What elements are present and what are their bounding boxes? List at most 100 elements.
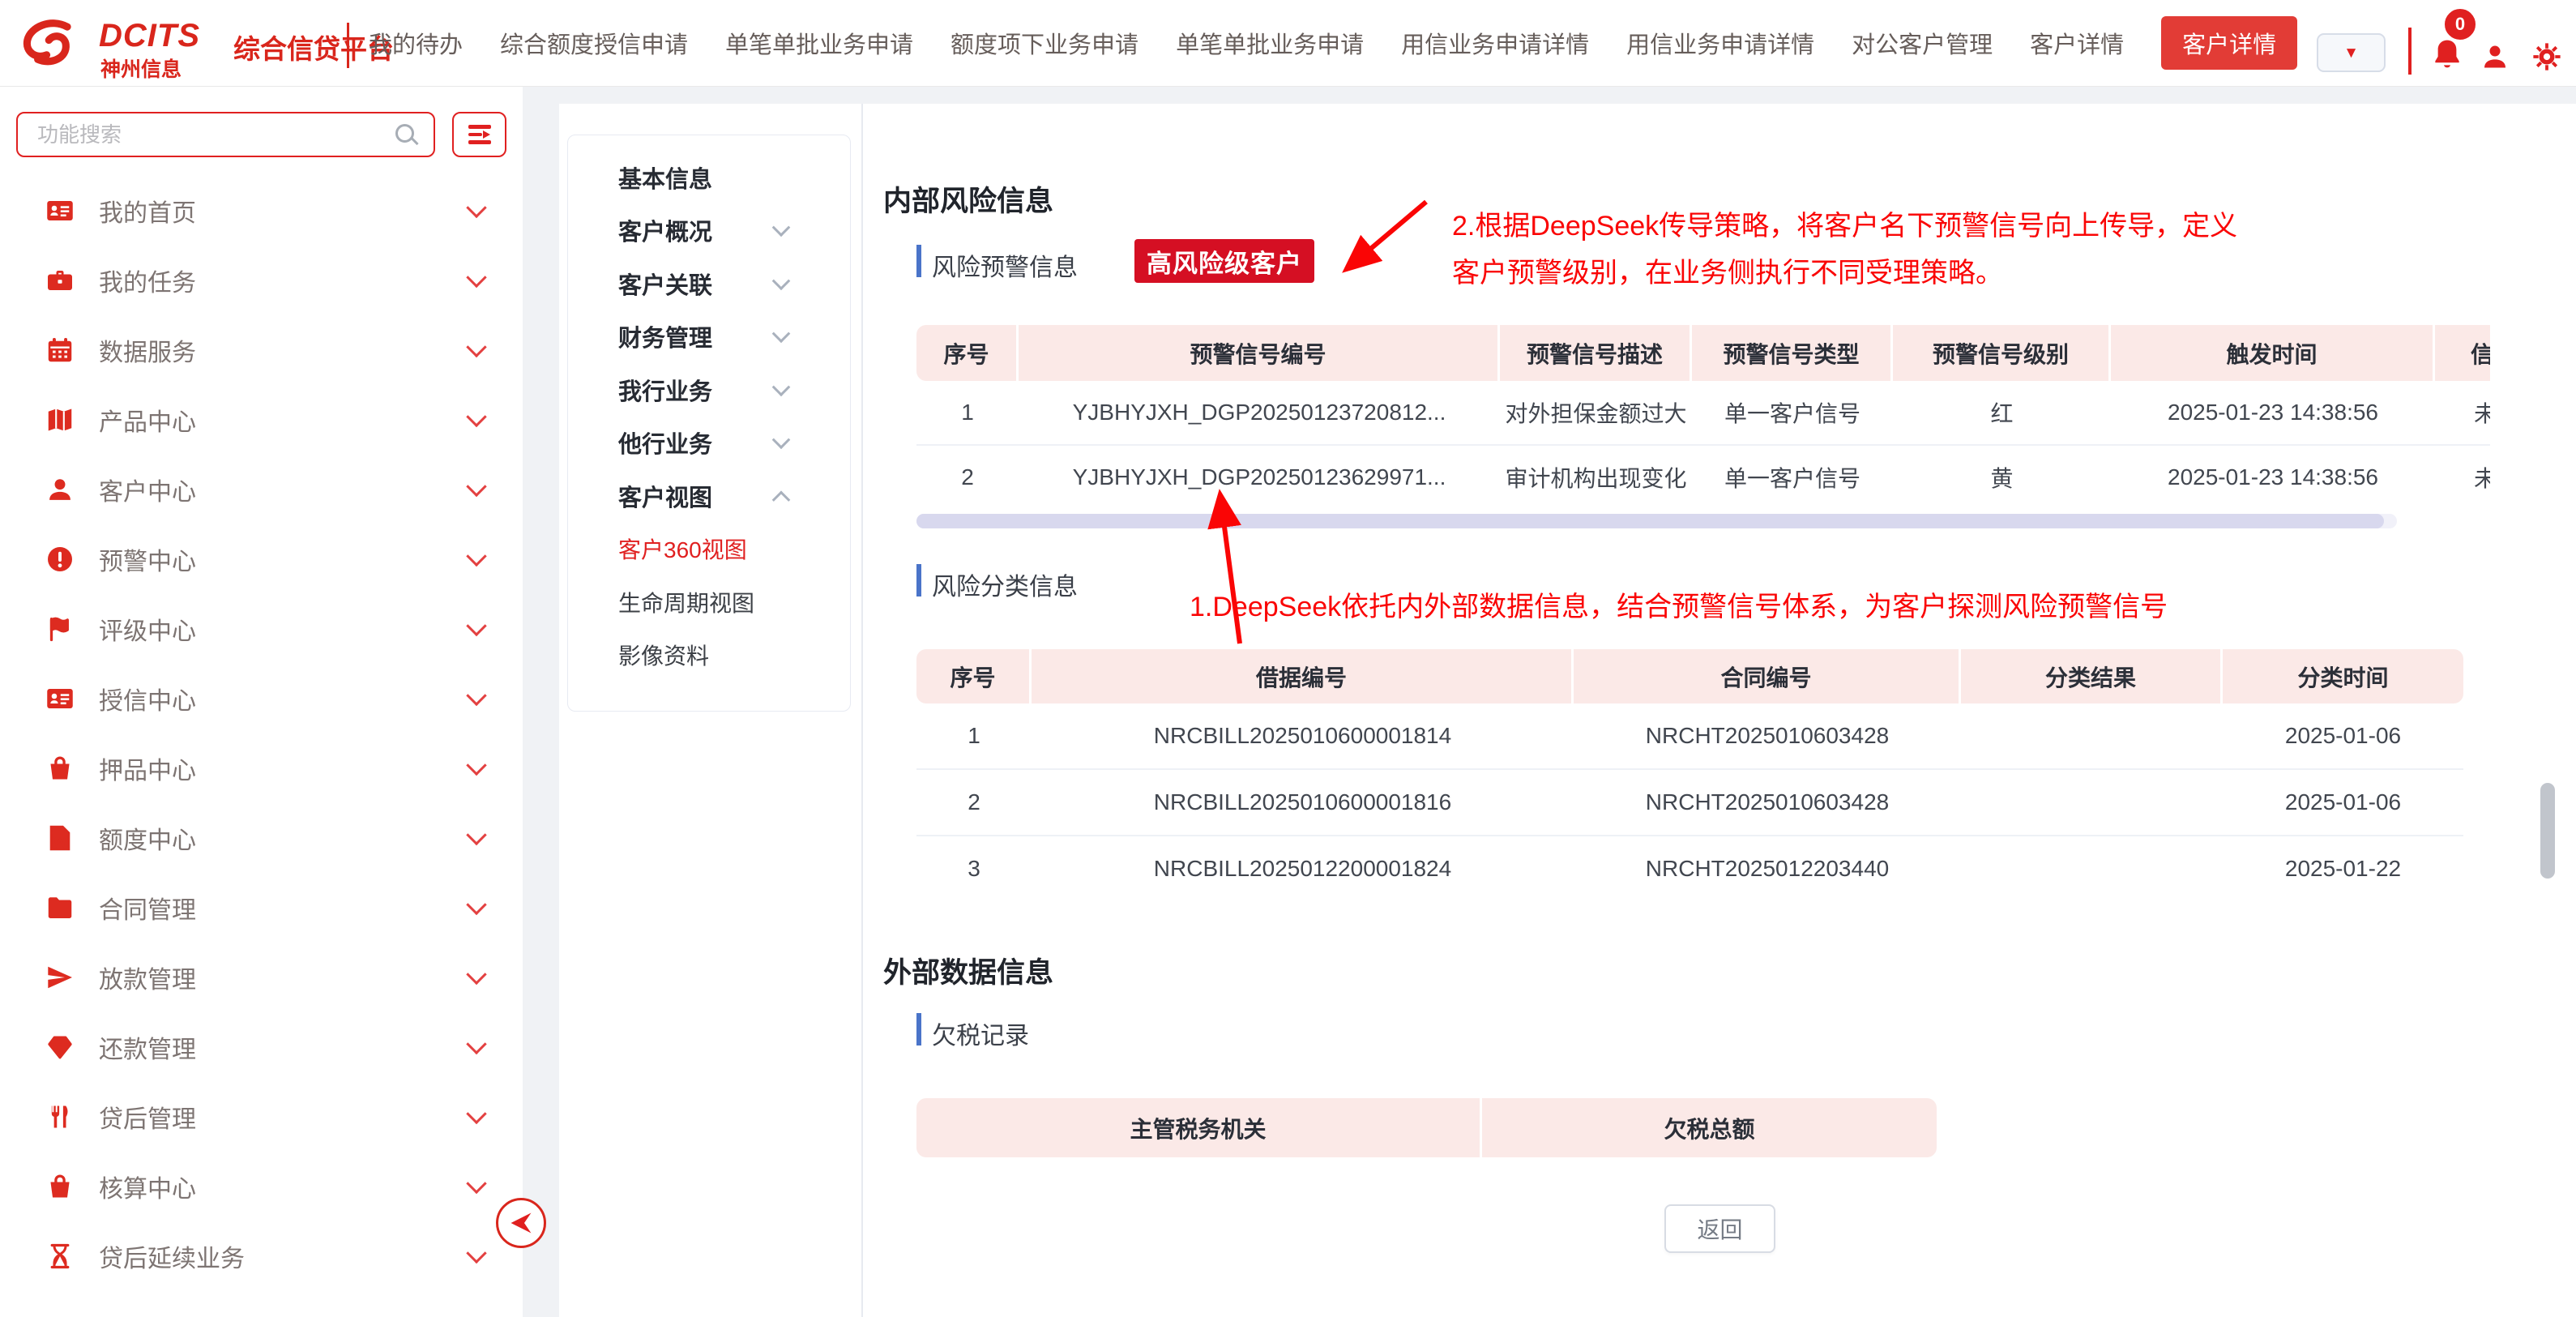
vertical-scrollbar-thumb[interactable] <box>2540 783 2555 879</box>
table-row[interactable]: 1 NRCBILL2025010600001814 NRCHT202501060… <box>916 703 2463 770</box>
cell-contract-no: NRCHT2025010603428 <box>1574 770 1961 835</box>
tax-arrears-section-label: 欠税记录 <box>932 1016 1029 1051</box>
chevron-down-icon <box>466 477 486 497</box>
back-button[interactable]: 返回 <box>1664 1204 1775 1253</box>
column-header: 主管税务机关 <box>916 1098 1482 1157</box>
subnav-item-label: 客户视图 <box>618 479 712 513</box>
brand-name: DCITS <box>99 18 200 54</box>
calendar-icon <box>45 336 75 365</box>
annotation-text-2: 2.根据DeepSeek传导策略，将客户名下预警信号向上传导，定义 客户预警级别… <box>1452 203 2237 297</box>
subnav-item-basic-info[interactable]: 基本信息 <box>568 151 850 204</box>
horizontal-scrollbar[interactable] <box>916 514 2397 528</box>
sidebar-item-label: 贷后延续业务 <box>99 1238 245 1274</box>
customer-subnav-panel: 基本信息 客户概况 客户关联 财务管理 我行业务 他行业务 <box>559 104 861 1317</box>
chevron-down-icon <box>466 407 486 427</box>
sidebar-item-data-services[interactable]: 数据服务 <box>0 315 523 385</box>
internal-risk-title: 内部风险信息 <box>883 178 1053 220</box>
sidebar-item-label: 额度中心 <box>99 820 196 856</box>
subnav-item-other-bank-business[interactable]: 他行业务 <box>568 417 850 470</box>
topnav-active-tab-customer-detail[interactable]: 客户详情 <box>2161 16 2297 70</box>
topnav-item-credit-line-application[interactable]: 综合额度授信申请 <box>500 26 688 60</box>
subnav-item-lifecycle-view[interactable]: 生命周期视图 <box>568 575 850 629</box>
sidebar-item-my-tasks[interactable]: 我的任务 <box>0 246 523 315</box>
sidebar-item-warning-center[interactable]: 预警中心 <box>0 524 523 594</box>
sidebar-item-post-loan-management[interactable]: 贷后管理 <box>0 1082 523 1152</box>
sidebar-item-disbursement-management[interactable]: 放款管理 <box>0 943 523 1012</box>
high-risk-customer-badge: 高风险级客户 <box>1134 239 1314 283</box>
content-top-gap <box>523 86 2576 104</box>
subnav-item-label: 客户关联 <box>618 267 712 301</box>
sidebar-item-repayment-management[interactable]: 还款管理 <box>0 1012 523 1082</box>
flag-icon <box>45 614 75 644</box>
cell-status-clipped: 未 <box>2435 381 2490 444</box>
sidebar-item-my-homepage[interactable]: 我的首页 <box>0 176 523 246</box>
horizontal-scrollbar-thumb[interactable] <box>916 514 2384 528</box>
sidebar-item-contract-management[interactable]: 合同管理 <box>0 873 523 943</box>
subnav-item-label: 客户概况 <box>618 213 712 247</box>
subnav-item-customer-overview[interactable]: 客户概况 <box>568 204 850 258</box>
subnav-item-financial-management[interactable]: 财务管理 <box>568 310 850 364</box>
settings-gear-icon[interactable] <box>2531 41 2562 73</box>
chevron-down-icon <box>466 1174 486 1194</box>
sidebar-item-label: 评级中心 <box>99 611 196 647</box>
topnav-item-corporate-customer-mgmt[interactable]: 对公客户管理 <box>1852 26 1993 60</box>
section-bar <box>916 1013 921 1045</box>
sidebar-item-label: 还款管理 <box>99 1029 196 1065</box>
subnav-item-label: 我行业务 <box>618 373 712 407</box>
function-search-input[interactable] <box>16 112 435 157</box>
sidebar-collapse-button[interactable] <box>496 1198 546 1248</box>
top-menu: 我的待办 综合额度授信申请 单笔单批业务申请 额度项下业务申请 单笔单批业务申请… <box>369 0 2297 86</box>
topnav-item-customer-detail[interactable]: 客户详情 <box>2030 26 2124 60</box>
sidebar-item-label: 产品中心 <box>99 402 196 438</box>
column-header: 触发时间 <box>2111 325 2435 381</box>
external-data-title: 外部数据信息 <box>883 950 1053 991</box>
sidebar-item-label: 放款管理 <box>99 960 196 995</box>
table-row[interactable]: 1 YJBHYJXH_DGP20250123720812... 对外担保金额过大… <box>916 381 2490 446</box>
user-profile-icon[interactable] <box>2480 41 2510 73</box>
cell-signal-desc: 对外担保金额过大 <box>1500 381 1692 444</box>
sidebar-item-accounting-center[interactable]: 核算中心 <box>0 1152 523 1221</box>
chevron-down-icon <box>466 616 486 636</box>
sidebar-item-label: 客户中心 <box>99 472 196 507</box>
table-row[interactable]: 3 NRCBILL2025012200001824 NRCHT202501220… <box>916 836 2463 899</box>
table-row[interactable]: 2 YJBHYJXH_DGP20250123629971... 审计机构出现变化… <box>916 446 2490 508</box>
topnav-item-single-batch-application-1[interactable]: 单笔单批业务申请 <box>725 26 913 60</box>
sidebar-item-limit-center[interactable]: 额度中心 <box>0 803 523 873</box>
subnav-item-customer-360-view[interactable]: 客户360视图 <box>568 523 850 576</box>
sidebar-item-product-center[interactable]: 产品中心 <box>0 385 523 455</box>
column-header: 预警信号描述 <box>1500 325 1692 381</box>
topnav-item-my-todo[interactable]: 我的待办 <box>369 26 463 60</box>
cell-seq: 2 <box>916 770 1032 835</box>
topnav-item-under-limit-application[interactable]: 额度项下业务申请 <box>951 26 1138 60</box>
sidebar-item-post-loan-continuation[interactable]: 贷后延续业务 <box>0 1221 523 1291</box>
sidebar-item-customer-center[interactable]: 客户中心 <box>0 455 523 524</box>
cell-class-result <box>1961 836 2223 899</box>
column-header: 序号 <box>916 325 1019 381</box>
chevron-down-icon <box>466 337 486 357</box>
column-header: 借据编号 <box>1032 649 1574 703</box>
subnav-item-customer-view[interactable]: 客户视图 <box>568 469 850 523</box>
folder-icon <box>45 893 75 922</box>
diamond-icon <box>45 1033 75 1062</box>
subnav-item-our-bank-business[interactable]: 我行业务 <box>568 363 850 417</box>
topnav-item-single-batch-application-2[interactable]: 单笔单批业务申请 <box>1176 26 1364 60</box>
cell-class-time: 2025-01-06 <box>2223 770 2463 835</box>
cell-class-result <box>1961 770 2223 835</box>
chevron-down-icon <box>466 1034 486 1054</box>
list-collapse-icon <box>468 125 491 144</box>
column-header: 分类时间 <box>2223 649 2463 703</box>
topnav-item-credit-use-detail-2[interactable]: 用信业务申请详情 <box>1626 26 1814 60</box>
user-icon <box>45 475 75 504</box>
sidebar-collapse-menu-button[interactable] <box>452 112 506 157</box>
sidebar-item-collateral-center[interactable]: 押品中心 <box>0 733 523 803</box>
subnav-item-customer-relation[interactable]: 客户关联 <box>568 257 850 310</box>
dropdown-button[interactable]: ▼ <box>2317 33 2386 72</box>
column-header: 预警信号编号 <box>1019 325 1500 381</box>
chevron-down-icon <box>772 272 791 290</box>
sidebar-item-rating-center[interactable]: 评级中心 <box>0 594 523 664</box>
subnav-item-image-materials[interactable]: 影像资料 <box>568 629 850 682</box>
topnav-item-credit-use-detail-1[interactable]: 用信业务申请详情 <box>1401 26 1589 60</box>
table-row[interactable]: 2 NRCBILL2025010600001816 NRCHT202501060… <box>916 770 2463 836</box>
sidebar-item-credit-center[interactable]: 授信中心 <box>0 664 523 733</box>
annotation-text-1: 1.DeepSeek依托内外部数据信息，结合预警信号体系，为客户探测风险预警信号 <box>1190 584 2168 631</box>
